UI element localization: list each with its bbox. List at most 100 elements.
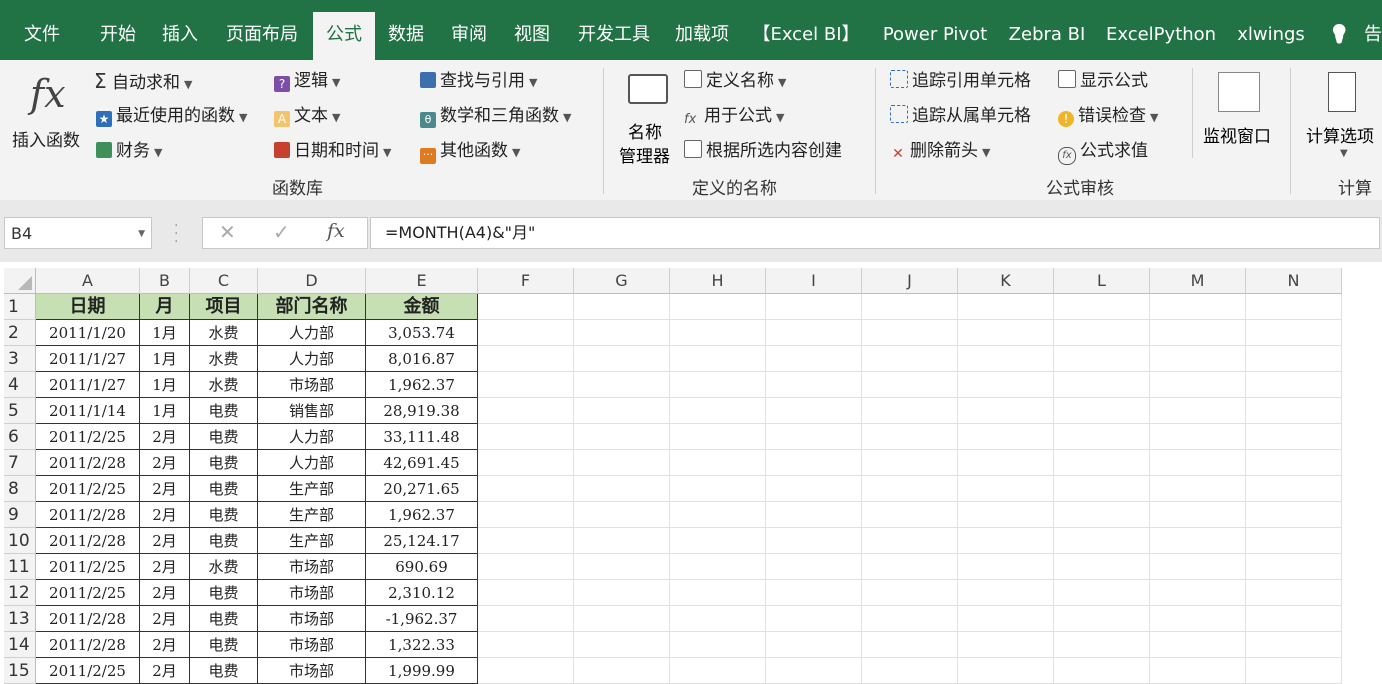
- define-name-button[interactable]: 定义名称 ▼: [684, 70, 786, 94]
- text-button[interactable]: A 文本 ▼: [274, 105, 340, 129]
- data-cell[interactable]: 2011/1/27: [36, 372, 140, 398]
- header-cell[interactable]: 项目: [190, 294, 258, 320]
- empty-cell[interactable]: [478, 424, 574, 450]
- empty-cell[interactable]: [1246, 424, 1342, 450]
- data-cell[interactable]: 2月: [140, 554, 190, 580]
- empty-cell[interactable]: [574, 606, 670, 632]
- data-cell[interactable]: 2月: [140, 632, 190, 658]
- empty-cell[interactable]: [1054, 398, 1150, 424]
- empty-cell[interactable]: [478, 658, 574, 684]
- data-cell[interactable]: 2月: [140, 424, 190, 450]
- empty-cell[interactable]: [1246, 320, 1342, 346]
- tab-10[interactable]: 【Excel BI】: [752, 12, 860, 60]
- empty-cell[interactable]: [1054, 320, 1150, 346]
- empty-cell[interactable]: [862, 424, 958, 450]
- row-header[interactable]: 15: [4, 658, 36, 684]
- data-cell[interactable]: 8,016.87: [366, 346, 478, 372]
- empty-cell[interactable]: [766, 554, 862, 580]
- data-cell[interactable]: 1,999.99: [366, 658, 478, 684]
- data-cell[interactable]: 市场部: [258, 658, 366, 684]
- empty-cell[interactable]: [766, 320, 862, 346]
- empty-cell[interactable]: [862, 502, 958, 528]
- row-header[interactable]: 2: [4, 320, 36, 346]
- data-cell[interactable]: 人力部: [258, 450, 366, 476]
- empty-cell[interactable]: [574, 476, 670, 502]
- tab-8[interactable]: 开发工具: [574, 12, 654, 60]
- row-header[interactable]: 1: [4, 294, 36, 320]
- empty-cell[interactable]: [1054, 476, 1150, 502]
- empty-cell[interactable]: [958, 320, 1054, 346]
- data-cell[interactable]: 市场部: [258, 632, 366, 658]
- row-header[interactable]: 14: [4, 632, 36, 658]
- empty-cell[interactable]: [766, 398, 862, 424]
- empty-cell[interactable]: [1150, 424, 1246, 450]
- data-cell[interactable]: 电费: [190, 528, 258, 554]
- tab-9[interactable]: 加载项: [672, 12, 732, 60]
- data-cell[interactable]: 690.69: [366, 554, 478, 580]
- data-cell[interactable]: 1月: [140, 372, 190, 398]
- empty-cell[interactable]: [862, 450, 958, 476]
- data-cell[interactable]: 20,271.65: [366, 476, 478, 502]
- empty-cell[interactable]: [670, 528, 766, 554]
- empty-cell[interactable]: [1150, 398, 1246, 424]
- empty-cell[interactable]: [862, 372, 958, 398]
- empty-cell[interactable]: [574, 398, 670, 424]
- data-cell[interactable]: 25,124.17: [366, 528, 478, 554]
- row-header[interactable]: 3: [4, 346, 36, 372]
- column-header-A[interactable]: A: [36, 268, 140, 294]
- empty-cell[interactable]: [766, 372, 862, 398]
- data-cell[interactable]: 2011/2/25: [36, 658, 140, 684]
- data-cell[interactable]: 电费: [190, 606, 258, 632]
- empty-cell[interactable]: [670, 320, 766, 346]
- trace-dependents-button[interactable]: 追踪从属单元格: [890, 105, 1031, 127]
- empty-cell[interactable]: [670, 606, 766, 632]
- column-header-E[interactable]: E: [366, 268, 478, 294]
- data-cell[interactable]: 2月: [140, 606, 190, 632]
- empty-cell[interactable]: [1150, 502, 1246, 528]
- empty-cell[interactable]: [862, 528, 958, 554]
- data-cell[interactable]: 2011/2/25: [36, 554, 140, 580]
- empty-cell[interactable]: [670, 424, 766, 450]
- data-cell[interactable]: 电费: [190, 476, 258, 502]
- data-cell[interactable]: 33,111.48: [366, 424, 478, 450]
- autosum-button[interactable]: Σ 自动求和 ▼: [94, 70, 193, 96]
- data-cell[interactable]: 2011/2/25: [36, 424, 140, 450]
- empty-cell[interactable]: [1150, 658, 1246, 684]
- empty-cell[interactable]: [478, 346, 574, 372]
- empty-cell[interactable]: [766, 528, 862, 554]
- lightbulb-icon[interactable]: 💡: [1328, 12, 1350, 60]
- data-cell[interactable]: 2011/1/27: [36, 346, 140, 372]
- data-cell[interactable]: 电费: [190, 398, 258, 424]
- data-cell[interactable]: 水费: [190, 372, 258, 398]
- calc-options-button[interactable]: 计算选项 ▼: [1300, 68, 1382, 168]
- data-cell[interactable]: 电费: [190, 424, 258, 450]
- empty-cell[interactable]: [478, 528, 574, 554]
- empty-cell[interactable]: [478, 398, 574, 424]
- empty-cell[interactable]: [1054, 528, 1150, 554]
- trace-precedents-button[interactable]: 追踪引用单元格: [890, 70, 1031, 92]
- empty-cell[interactable]: [1150, 554, 1246, 580]
- tab-5[interactable]: 数据: [386, 12, 426, 60]
- data-cell[interactable]: 2011/2/28: [36, 606, 140, 632]
- row-header[interactable]: 6: [4, 424, 36, 450]
- column-header-B[interactable]: B: [140, 268, 190, 294]
- empty-cell[interactable]: [1054, 346, 1150, 372]
- empty-cell[interactable]: [574, 658, 670, 684]
- empty-cell[interactable]: [1246, 658, 1342, 684]
- empty-cell[interactable]: [1150, 580, 1246, 606]
- recent-functions-button[interactable]: ★ 最近使用的函数 ▼: [96, 105, 247, 129]
- data-cell[interactable]: 2011/2/28: [36, 632, 140, 658]
- data-cell[interactable]: 2011/1/20: [36, 320, 140, 346]
- tab-7[interactable]: 视图: [511, 12, 553, 60]
- empty-cell[interactable]: [1246, 606, 1342, 632]
- empty-cell[interactable]: [766, 346, 862, 372]
- empty-cell[interactable]: [1246, 502, 1342, 528]
- row-header[interactable]: 11: [4, 554, 36, 580]
- data-cell[interactable]: 市场部: [258, 554, 366, 580]
- tab-4[interactable]: 公式: [313, 12, 375, 60]
- tab-13[interactable]: ExcelPython: [1106, 12, 1216, 60]
- column-header-C[interactable]: C: [190, 268, 258, 294]
- header-cell[interactable]: 部门名称: [258, 294, 366, 320]
- column-header-F[interactable]: F: [478, 268, 574, 294]
- empty-cell[interactable]: [958, 606, 1054, 632]
